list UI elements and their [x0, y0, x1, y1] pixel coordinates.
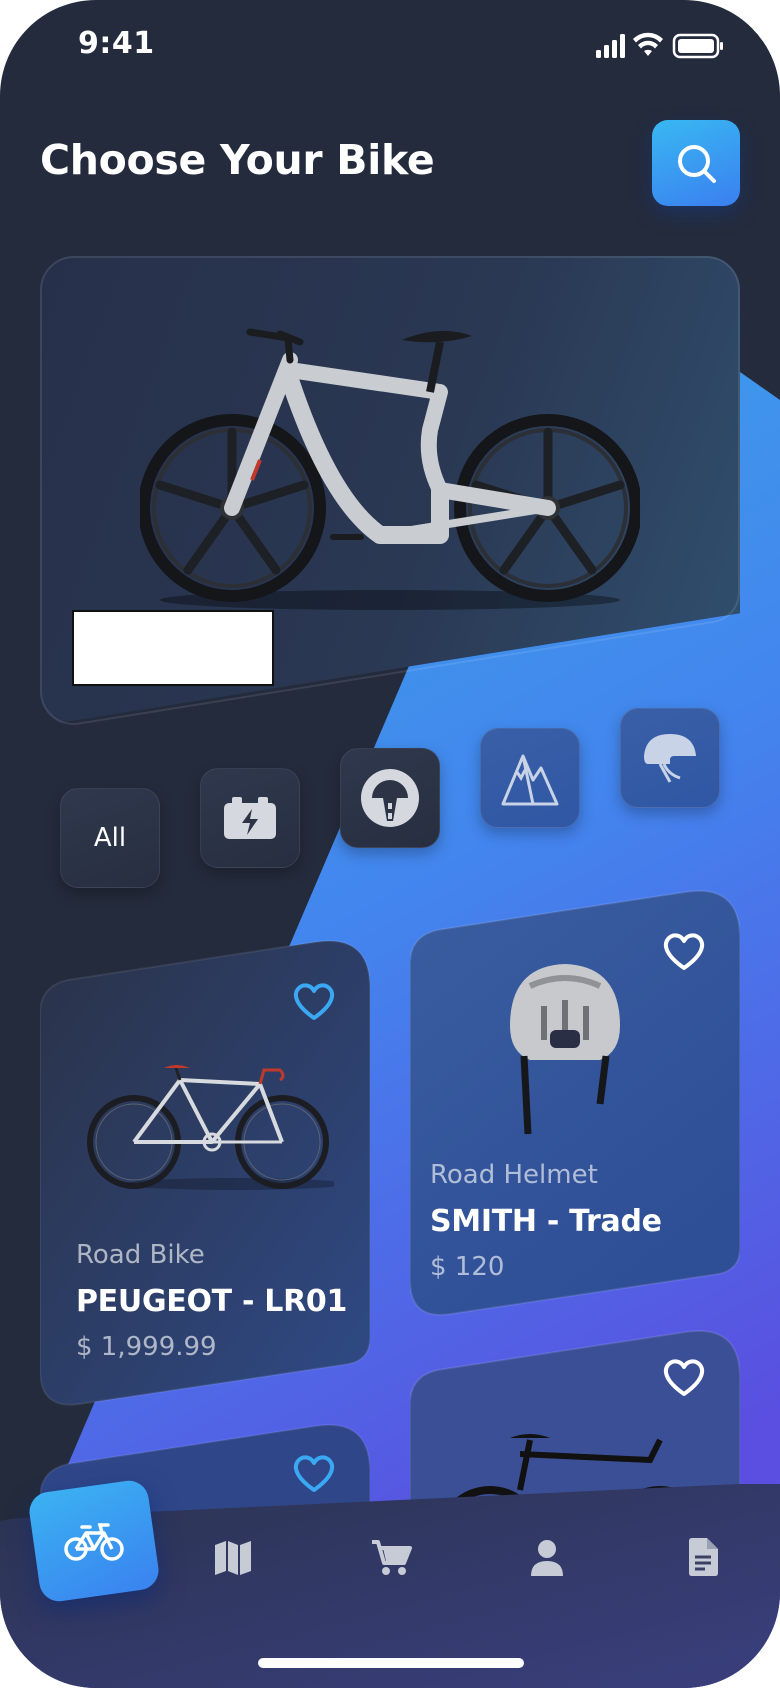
- page-title: Choose Your Bike: [40, 136, 435, 184]
- signal-icon: [596, 34, 625, 58]
- helmet-icon: [644, 734, 696, 783]
- wifi-icon: [633, 32, 663, 56]
- favorite-heart-icon[interactable]: [292, 982, 336, 1022]
- product-card[interactable]: Road Helmet SMITH - Trade $ 120: [410, 890, 740, 1316]
- battery-icon: [672, 33, 723, 59]
- status-time: 9:41: [78, 26, 155, 61]
- product-image-helmet: [510, 964, 620, 1135]
- category-mountain-button[interactable]: [480, 728, 580, 828]
- battery-bolt-icon: [224, 797, 276, 839]
- nav-documents-button[interactable]: [678, 1534, 728, 1580]
- product-price: $ 1,999.99: [76, 1332, 217, 1362]
- category-helmet-button[interactable]: [620, 708, 720, 808]
- nav-profile-button[interactable]: [522, 1536, 572, 1580]
- search-icon: [678, 145, 716, 183]
- product-card[interactable]: Road Bike PEUGEOT - LR01 $ 1,999.99: [40, 940, 370, 1406]
- road-icon: [361, 769, 419, 827]
- product-category: Road Bike: [76, 1240, 205, 1270]
- product-category: Road Helmet: [430, 1160, 598, 1190]
- search-button[interactable]: [652, 120, 740, 206]
- nav-cart-button[interactable]: [366, 1536, 416, 1580]
- cart-icon: [372, 1540, 412, 1575]
- featured-bike-image: [140, 328, 640, 610]
- category-all-button[interactable]: All: [60, 788, 160, 888]
- category-road-button[interactable]: [340, 748, 440, 848]
- app-screen: 9:41 Choose Your Bike All Road Bike PEUG…: [0, 0, 780, 1688]
- nav-bikes-button[interactable]: [26, 1478, 162, 1604]
- mountain-icon: [501, 754, 559, 806]
- favorite-heart-icon[interactable]: [662, 932, 706, 972]
- product-image-road-bike: [87, 1065, 334, 1190]
- profile-icon: [531, 1540, 563, 1576]
- product-name: PEUGEOT - LR01: [76, 1284, 348, 1319]
- status-icons: [596, 32, 723, 59]
- map-icon: [215, 1541, 251, 1575]
- document-icon: [689, 1538, 718, 1576]
- featured-label-placeholder: [72, 610, 274, 686]
- home-indicator: [258, 1658, 524, 1668]
- category-all-label: All: [93, 823, 127, 853]
- product-price: $ 120: [430, 1252, 505, 1282]
- category-electric-button[interactable]: [200, 768, 300, 868]
- nav-map-button[interactable]: [208, 1536, 258, 1580]
- favorite-heart-icon[interactable]: [662, 1358, 706, 1398]
- product-name: SMITH - Trade: [430, 1204, 662, 1239]
- bike-icon: [64, 1523, 124, 1561]
